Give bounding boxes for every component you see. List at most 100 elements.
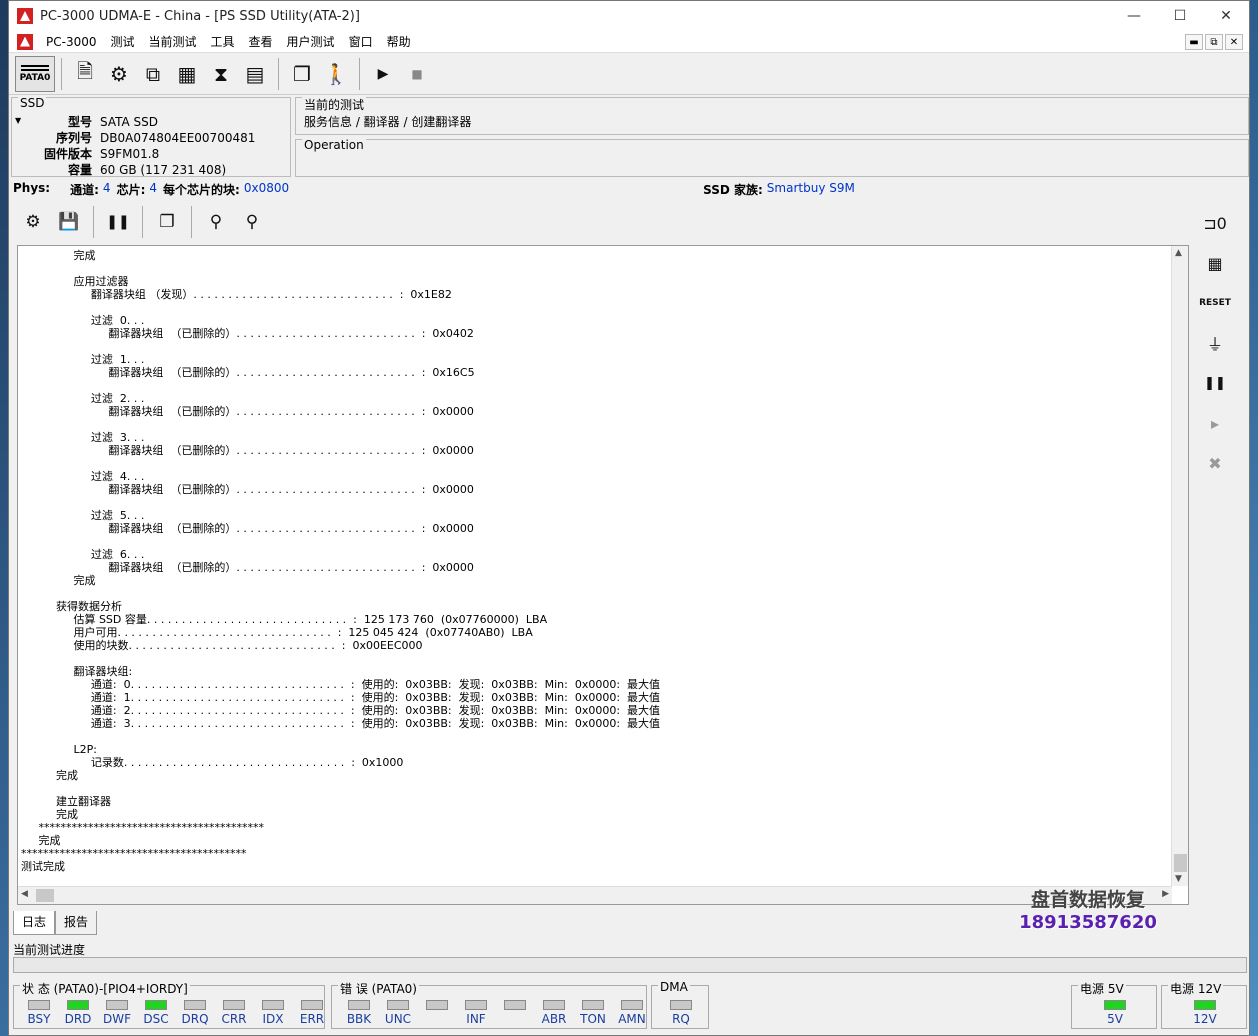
scroll-right-icon[interactable]: ▶ — [1162, 889, 1169, 899]
power12v-group-label: 电源 12V — [1168, 980, 1224, 997]
log-line: 过滤 1. . . — [21, 353, 145, 366]
toolbar-separator — [93, 206, 94, 238]
grid-table-icon[interactable]: ▤ — [238, 57, 272, 91]
copy-icon[interactable]: ❐ — [149, 205, 185, 239]
document-logo-icon[interactable] — [17, 33, 33, 50]
chips-label: 芯片: — [116, 183, 146, 197]
scroll-down-icon[interactable]: ▼ — [1175, 874, 1182, 884]
power-toggle-icon[interactable]: ⊐0 — [1197, 203, 1233, 243]
tools-icon[interactable]: ✖ — [1197, 443, 1233, 483]
current-test-path: 服务信息 / 翻译器 / 创建翻译器 — [304, 115, 472, 129]
dropdown-arrow-icon[interactable]: ▼ — [15, 116, 21, 125]
mdi-minimize-button[interactable]: ▬ — [1185, 34, 1203, 50]
menu-window[interactable]: 窗口 — [342, 33, 380, 50]
log-line: 翻译器块组 （发现）. . . . . . . . . . . . . . . … — [21, 288, 452, 301]
window-title: PC-3000 UDMA-E - China - [PS SSD Utility… — [40, 8, 360, 24]
indicator-rq: RQ — [662, 1000, 700, 1026]
log-text: 完成 应用过滤器 翻译器块组 （发现）. . . . . . . . . . .… — [21, 249, 1171, 881]
windows-stack-icon[interactable]: ❐ — [285, 57, 319, 91]
log-line: 获得数据分析 — [21, 600, 122, 613]
menu-pc3000[interactable]: PC-3000 — [39, 35, 103, 49]
log-line: 翻译器块组 （已删除的）. . . . . . . . . . . . . . … — [21, 327, 474, 340]
model-value: SATA SSD — [100, 115, 159, 129]
ssd-family-value: Smartbuy S9M — [766, 181, 855, 195]
log-line: 完成 — [21, 249, 96, 262]
led-icon — [106, 1000, 128, 1010]
maximize-button[interactable]: ☐ — [1157, 1, 1203, 31]
play-icon[interactable]: ▶ — [366, 57, 400, 91]
horizontal-scroll-thumb[interactable] — [36, 889, 54, 902]
log-line: 通道: 3. . . . . . . . . . . . . . . . . .… — [21, 717, 661, 730]
scroll-up-icon[interactable]: ▲ — [1175, 248, 1182, 258]
right-side-toolbar: ⊐0 ▦ RESET ⏚ ❚❚ ▸ ✖ — [1195, 203, 1235, 483]
log-line: 翻译器块组 （已删除的）. . . . . . . . . . . . . . … — [21, 405, 474, 418]
vertical-scrollbar[interactable]: ▲ ▼ — [1171, 246, 1188, 886]
pata0-port-label: PATA0 — [19, 72, 51, 83]
board-chip-icon[interactable]: ▦ — [1197, 243, 1233, 283]
mdi-close-button[interactable]: ✕ — [1225, 34, 1243, 50]
indicator-label: DRD — [64, 1012, 92, 1026]
menu-test[interactable]: 测试 — [103, 33, 141, 50]
drive-modules-icon[interactable]: ⧉ — [136, 57, 170, 91]
blocks-per-chip-value: 0x0800 — [243, 181, 290, 195]
gear-chip-icon[interactable]: ⚙ — [102, 57, 136, 91]
log-toolbar: ⚙ 💾 ❚❚ ❐ ⚲ ⚲ — [15, 205, 270, 239]
pause-side-icon[interactable]: ❚❚ — [1197, 363, 1233, 403]
tab-log[interactable]: 日志 — [13, 911, 56, 935]
log-settings-icon[interactable]: ⚙ — [15, 205, 51, 239]
led-icon — [184, 1000, 206, 1010]
menu-user-test[interactable]: 用户测试 — [280, 33, 342, 50]
id-info-icon[interactable]: 🗎 — [68, 57, 102, 91]
switch-circuit-icon[interactable]: ⏚ — [1197, 323, 1233, 363]
indicator-idx: IDX — [254, 1000, 292, 1026]
scroll-left-icon[interactable]: ◀ — [21, 889, 28, 899]
operation-legend: Operation — [302, 138, 366, 152]
indicator-drq: DRQ — [176, 1000, 214, 1026]
vertical-scroll-thumb[interactable] — [1174, 854, 1187, 872]
log-output-area[interactable]: 完成 应用过滤器 翻译器块组 （发现）. . . . . . . . . . .… — [17, 245, 1189, 905]
indicator-label: ABR — [541, 1012, 567, 1026]
tab-report[interactable]: 报告 — [55, 911, 98, 935]
exit-door-icon[interactable]: 🚶 — [319, 57, 353, 91]
ssd-row-firmware: 固件版本 S9FM01.8 — [22, 146, 255, 162]
chip-play-icon[interactable]: ▸ — [1197, 403, 1233, 443]
capacity-label: 容量 — [67, 163, 92, 177]
watermark-phone: 18913587620 — [1019, 912, 1157, 933]
close-button[interactable]: ✕ — [1203, 1, 1249, 31]
ssd-info-rows: 型号 SATA SSD 序列号 DB0A074804EE00700481 固件版… — [22, 114, 255, 178]
menu-current-test[interactable]: 当前测试 — [142, 33, 204, 50]
log-line: 翻译器块组: — [21, 665, 133, 678]
log-line: 完成 — [21, 769, 78, 782]
chip-map-icon[interactable]: ▦ — [170, 57, 204, 91]
status-group-power12v: 电源 12V 12V — [1161, 980, 1247, 1029]
menu-tools[interactable]: 工具 — [204, 33, 242, 50]
pause-icon[interactable]: ❚❚ — [100, 205, 136, 239]
binoculars-icon[interactable]: ⚲ — [198, 205, 234, 239]
log-line: 通道: 2. . . . . . . . . . . . . . . . . .… — [21, 704, 661, 717]
menu-view[interactable]: 查看 — [242, 33, 280, 50]
toolbar-separator — [191, 206, 192, 238]
binoculars-next-icon[interactable]: ⚲ — [234, 205, 270, 239]
indicator-dsc: DSC — [137, 1000, 175, 1026]
menu-bar: PC-3000 测试 当前测试 工具 查看 用户测试 窗口 帮助 ▬ ⧉ ✕ — [9, 31, 1249, 53]
indicator-label: CRR — [221, 1012, 247, 1026]
reset-icon[interactable]: RESET — [1197, 283, 1233, 323]
log-line: ****************************************… — [21, 821, 264, 834]
indicator-label: BSY — [27, 1012, 51, 1026]
menu-help[interactable]: 帮助 — [380, 33, 418, 50]
ssd-family-label: SSD 家族: — [703, 183, 763, 197]
channels-value: 4 — [102, 181, 111, 195]
hourglass-icon[interactable]: ⧗ — [204, 57, 238, 91]
save-log-icon[interactable]: 💾 — [51, 205, 87, 239]
log-line: 应用过滤器 — [21, 275, 129, 288]
stop-icon[interactable]: ■ — [400, 57, 434, 91]
mdi-restore-button[interactable]: ⧉ — [1205, 34, 1223, 50]
pata0-port-button[interactable]: PATA0 — [15, 55, 55, 92]
ssd-panel-legend: SSD — [18, 96, 47, 110]
minimize-button[interactable]: — — [1111, 1, 1157, 31]
info-panels: SSD ▼ 型号 SATA SSD 序列号 DB0A074804EE007004… — [9, 96, 1249, 179]
horizontal-scrollbar[interactable]: ◀ ▶ — [18, 886, 1172, 904]
